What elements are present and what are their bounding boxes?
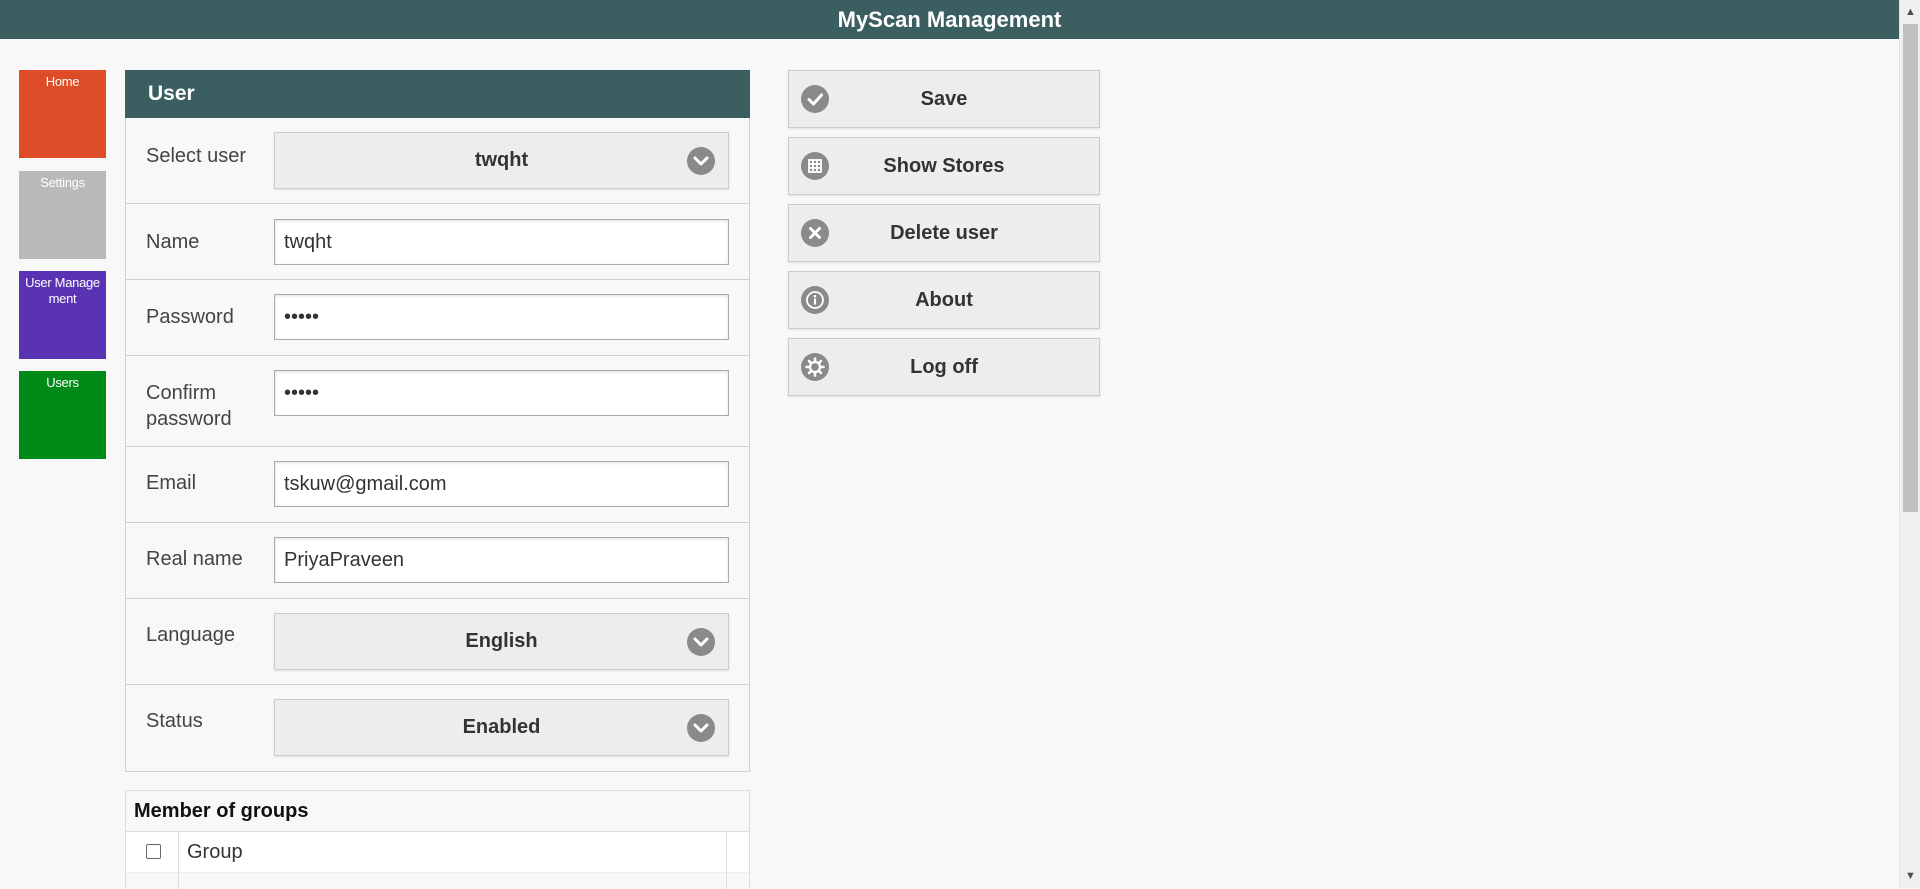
select-user-dropdown[interactable]: twqht — [274, 132, 729, 189]
delete-user-button[interactable]: Delete user — [788, 204, 1100, 262]
member-of-groups-section: Member of groups Group — [125, 790, 750, 889]
status-row: Status Enabled — [126, 685, 749, 771]
confirm-password-field[interactable]: ••••• — [274, 370, 729, 416]
app-title: MyScan Management — [837, 7, 1062, 32]
about-label: About — [915, 289, 973, 311]
tile-user-management-label: User Manage ment — [25, 275, 100, 306]
info-icon — [801, 286, 829, 314]
name-label: Name — [146, 231, 200, 253]
select-user-value: twqht — [474, 149, 529, 171]
tile-settings-label: Settings — [40, 175, 85, 190]
chevron-down-icon — [687, 147, 715, 175]
email-field[interactable]: tskuw@gmail.com — [274, 461, 729, 507]
close-icon — [801, 219, 829, 247]
scroll-down-arrow-icon[interactable]: ▼ — [1900, 866, 1920, 886]
groups-title: Member of groups — [126, 791, 749, 832]
check-icon — [801, 85, 829, 113]
email-label: Email — [146, 472, 197, 494]
show-stores-button[interactable]: Show Stores — [788, 137, 1100, 195]
about-button[interactable]: About — [788, 271, 1100, 329]
gear-icon — [801, 353, 829, 381]
vertical-scrollbar[interactable]: ▲ ▼ — [1899, 0, 1920, 888]
save-button[interactable]: Save — [788, 70, 1100, 128]
log-off-label: Log off — [910, 356, 978, 378]
select-all-groups-checkbox[interactable] — [146, 844, 161, 859]
tile-users[interactable]: Users — [19, 371, 106, 459]
password-row: Password ••••• — [126, 280, 749, 356]
tile-home-label: Home — [45, 74, 80, 89]
password-field[interactable]: ••••• — [274, 294, 729, 340]
app-title-bar: MyScan Management — [0, 0, 1899, 39]
real-name-label: Real name — [146, 548, 243, 570]
tile-settings[interactable]: Settings — [19, 171, 106, 259]
column-divider — [178, 832, 179, 889]
groups-header-row: Group — [126, 832, 749, 889]
language-label: Language — [146, 624, 235, 646]
user-panel-header: User — [125, 70, 750, 118]
select-user-row: Select user twqht — [126, 118, 749, 204]
language-dropdown[interactable]: English — [274, 613, 729, 670]
confirm-password-label: Confirm password — [146, 382, 232, 430]
show-stores-label: Show Stores — [883, 155, 1005, 177]
tile-user-management[interactable]: User Manage ment — [19, 271, 106, 359]
name-row: Name twqht — [126, 204, 749, 280]
name-field[interactable]: twqht — [274, 219, 729, 265]
log-off-button[interactable]: Log off — [788, 338, 1100, 396]
column-divider — [726, 832, 727, 889]
tile-users-label: Users — [46, 375, 79, 390]
scroll-thumb[interactable] — [1903, 24, 1918, 512]
delete-user-label: Delete user — [890, 222, 998, 244]
user-panel-title: User — [148, 82, 195, 105]
real-name-row: Real name PriyaPraveen — [126, 523, 749, 599]
actions-panel: Save Show Stores Delete user About Log o… — [788, 70, 1100, 405]
status-label: Status — [146, 710, 203, 732]
password-label: Password — [146, 306, 234, 328]
select-user-label: Select user — [146, 145, 247, 167]
scroll-up-arrow-icon[interactable]: ▲ — [1900, 2, 1920, 22]
chevron-down-icon — [687, 628, 715, 656]
status-dropdown[interactable]: Enabled — [274, 699, 729, 756]
user-form: Select user twqht Name twqht Password ••… — [125, 118, 750, 772]
language-value: English — [465, 630, 538, 652]
email-row: Email tskuw@gmail.com — [126, 447, 749, 523]
language-row: Language English — [126, 599, 749, 685]
confirm-password-row: Confirm password ••••• — [126, 356, 749, 447]
chevron-down-icon — [687, 714, 715, 742]
grid-icon — [801, 152, 829, 180]
group-column-header: Group — [187, 841, 243, 863]
tile-home[interactable]: Home — [19, 70, 106, 158]
status-value: Enabled — [462, 716, 541, 738]
user-panel: User Select user twqht Name twqht Passwo… — [125, 70, 750, 772]
real-name-field[interactable]: PriyaPraveen — [274, 537, 729, 583]
save-label: Save — [920, 88, 968, 110]
